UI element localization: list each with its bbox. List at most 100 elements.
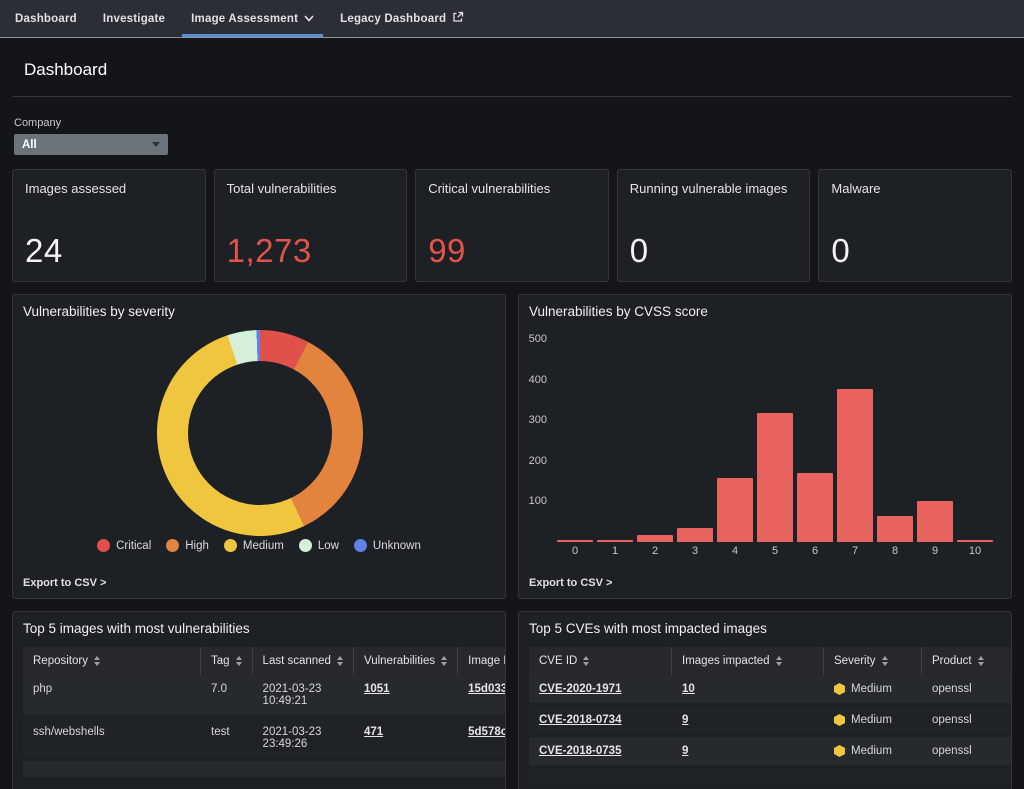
column-header-tag[interactable]: Tag [201, 647, 253, 675]
table-cell: 5d578cfb219 [458, 718, 505, 761]
column-header-product[interactable]: Product [922, 647, 1011, 675]
table-cell: 10 [672, 675, 824, 706]
severity-medium-hexagon-icon [834, 714, 845, 726]
table-cell-link[interactable]: 9 [682, 714, 688, 726]
nav-tab-legacy-dashboard[interactable]: Legacy Dashboard [327, 0, 477, 37]
top-cves-table-title: Top 5 CVEs with most impacted images [529, 621, 767, 636]
column-header-label: Severity [834, 655, 876, 667]
nav-tab-dashboard[interactable]: Dashboard [2, 0, 90, 37]
legend-item-medium: Medium [224, 539, 284, 552]
x-axis-tick: 6 [797, 545, 833, 557]
x-axis-tick: 5 [757, 545, 793, 557]
sort-icon[interactable] [583, 656, 589, 666]
table-cell: 471 [354, 718, 458, 761]
x-axis-tick: 8 [877, 545, 913, 557]
bar-cvss-3 [677, 528, 713, 542]
column-header-image-id[interactable]: Image ID [458, 647, 505, 675]
table-cell-link[interactable]: 1051 [364, 683, 390, 695]
table-cell [922, 768, 1011, 787]
table-cell-link[interactable]: CVE-2018-0734 [539, 714, 621, 726]
company-filter: Company All [14, 117, 1024, 155]
company-dropdown[interactable]: All [14, 134, 168, 155]
x-axis-tick: 7 [837, 545, 873, 557]
column-header-cve-id[interactable]: CVE ID [529, 647, 672, 675]
legend-item-critical: Critical [97, 539, 151, 552]
bar-chart-x-axis: 012345678910 [557, 545, 993, 557]
stat-card-malware: Malware0 [818, 169, 1012, 282]
legend-item-high: High [166, 539, 209, 552]
bar-cvss-8 [877, 516, 913, 542]
stat-card-value: 24 [25, 232, 193, 270]
table-cell-link[interactable]: 15d0338a3b [468, 683, 505, 695]
column-header-repository[interactable]: Repository [23, 647, 201, 675]
sort-icon[interactable] [882, 656, 888, 666]
legend-label: Critical [116, 540, 151, 552]
column-header-vulnerabilities[interactable]: Vulnerabilities [354, 647, 458, 675]
table-cell: openssl [922, 706, 1011, 737]
sort-icon[interactable] [776, 656, 782, 666]
top-images-table-card: Top 5 images with most vulnerabilities R… [12, 611, 506, 789]
sort-down-arrow [236, 662, 242, 666]
severity-cell: Medium [834, 683, 912, 695]
table-cell-link[interactable]: CVE-2020-1971 [539, 683, 621, 695]
sort-icon[interactable] [94, 656, 100, 666]
sort-up-arrow [337, 656, 343, 660]
sort-icon[interactable] [337, 656, 343, 666]
legend-label: Low [318, 540, 339, 552]
nav-tab-image-assessment[interactable]: Image Assessment [178, 0, 327, 37]
chevron-down-icon [152, 142, 160, 147]
table-cell-link[interactable]: 9 [682, 745, 688, 757]
sort-icon[interactable] [978, 656, 984, 666]
table-cell [824, 768, 922, 787]
sort-down-arrow [94, 662, 100, 666]
table-cell: 9 [672, 737, 824, 768]
table-cell-link[interactable]: 10 [682, 683, 695, 695]
severity-label: Medium [851, 714, 892, 726]
bar-cvss-7 [837, 389, 873, 542]
sort-icon[interactable] [441, 656, 447, 666]
legend-label: Unknown [373, 540, 421, 552]
column-header-severity[interactable]: Severity [824, 647, 922, 675]
bar-cvss-0 [557, 540, 593, 542]
table-cell: Medium [824, 737, 922, 768]
severity-medium-hexagon-icon [834, 745, 845, 757]
sort-down-arrow [978, 662, 984, 666]
table-header-row: CVE ID Images impacted Severity Product [529, 647, 1011, 675]
table-cell [253, 761, 354, 780]
export-csv-link[interactable]: Export to CSV > [529, 577, 612, 589]
table-cell: 9 [672, 706, 824, 737]
bar-cvss-4 [717, 478, 753, 542]
sort-down-arrow [583, 662, 589, 666]
stat-card-label: Critical vulnerabilities [428, 181, 596, 197]
company-filter-label: Company [14, 117, 1024, 129]
column-header-inner: Images impacted [682, 655, 813, 667]
table-cell: openssl [922, 675, 1011, 706]
nav-tab-investigate[interactable]: Investigate [90, 0, 178, 37]
table-cell-link[interactable]: CVE-2018-0735 [539, 745, 621, 757]
table-cell: Medium [824, 675, 922, 706]
export-csv-link[interactable]: Export to CSV > [23, 577, 106, 589]
table-cell [458, 761, 505, 780]
stat-card-critical-vulnerabilities: Critical vulnerabilities99 [415, 169, 609, 282]
table-cell: 1051 [354, 675, 458, 718]
table-cell-link[interactable]: 5d578cfb219 [468, 726, 505, 738]
nav-tab-label: Dashboard [15, 13, 77, 25]
column-header-last-scanned[interactable]: Last scanned [253, 647, 354, 675]
bar-cvss-6 [797, 473, 833, 542]
sort-icon[interactable] [236, 656, 242, 666]
bar-chart-plot [557, 339, 993, 542]
table-row: CVE-2018-07359Mediumopenssl [529, 737, 1011, 768]
severity-label: Medium [851, 745, 892, 757]
x-axis-tick: 1 [597, 545, 633, 557]
table-cell [354, 761, 458, 780]
table-cell: 2021-03-23 23:49:26 [253, 718, 354, 761]
tables-row: Top 5 images with most vulnerabilities R… [12, 611, 1012, 789]
column-header-images-impacted[interactable]: Images impacted [672, 647, 824, 675]
table-cell-link[interactable]: 471 [364, 726, 383, 738]
column-header-inner: Repository [33, 655, 190, 667]
bar-cvss-5 [757, 413, 793, 542]
x-axis-tick: 9 [917, 545, 953, 557]
column-header-label: CVE ID [539, 655, 577, 667]
y-axis-tick: 300 [519, 414, 547, 426]
table-cell: CVE-2018-0735 [529, 737, 672, 768]
